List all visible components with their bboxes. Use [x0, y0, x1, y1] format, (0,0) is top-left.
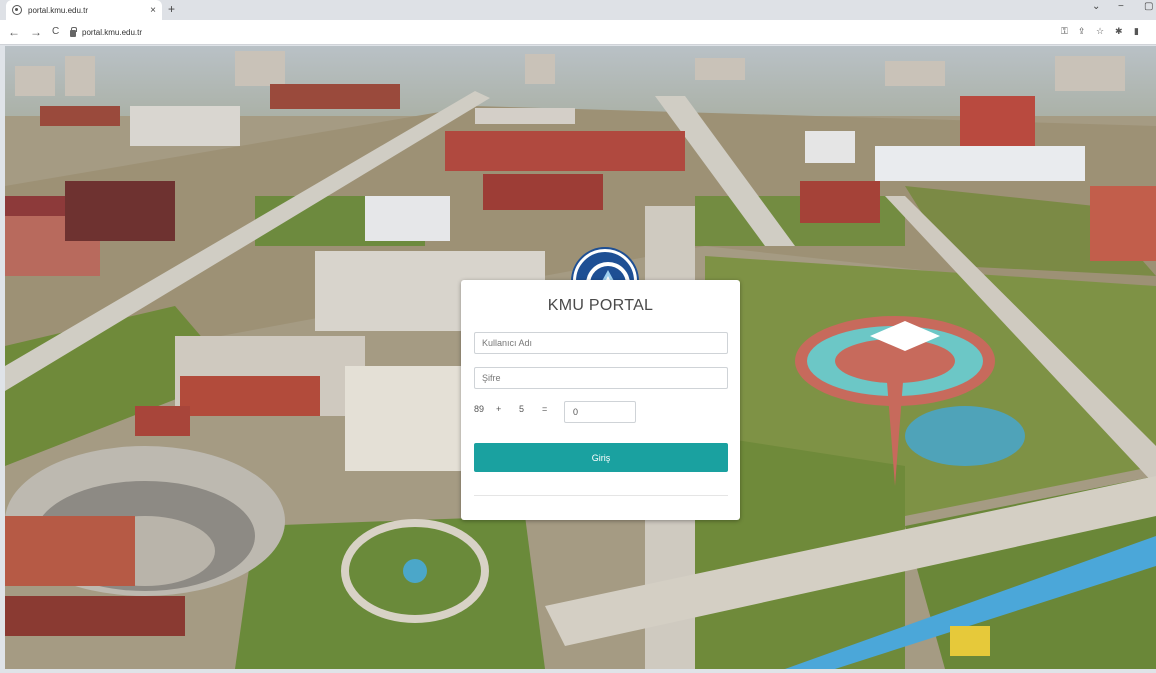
key-icon[interactable]: ⚿ — [1061, 26, 1068, 37]
captcha-answer-input[interactable] — [564, 401, 636, 423]
new-tab-button[interactable]: + — [168, 2, 175, 16]
bookmark-star-icon[interactable]: ☆ — [1096, 26, 1104, 37]
extensions-icon[interactable]: ✱ — [1115, 26, 1123, 37]
captcha-operand-b: 5 — [519, 404, 525, 414]
username-input[interactable] — [474, 332, 728, 354]
url-text[interactable]: portal.kmu.edu.tr — [82, 28, 142, 37]
lock-icon[interactable] — [70, 27, 77, 37]
page-title: KMU PORTAL — [547, 297, 654, 314]
captcha-operator: + — [496, 404, 502, 414]
browser-tab[interactable]: portal.kmu.edu.tr × — [6, 0, 162, 20]
login-form: KMU PORTAL 89 + 5 = Giriş — [461, 280, 740, 520]
captcha-equals: = — [542, 404, 548, 414]
restore-window-button[interactable]: ▢ — [1144, 1, 1153, 12]
reload-button[interactable]: C — [52, 26, 59, 37]
card-divider — [474, 495, 728, 496]
side-panel-icon[interactable]: ▮ — [1134, 26, 1139, 37]
forward-button[interactable]: → — [30, 25, 42, 39]
browser-toolbar: ← → C portal.kmu.edu.tr ⚿ ⇪ ☆ ✱ ▮ — [0, 20, 1156, 45]
tab-search-icon[interactable]: ⌄ — [1092, 1, 1100, 12]
address-bar[interactable]: portal.kmu.edu.tr — [70, 24, 1010, 41]
tab-close-icon[interactable]: × — [150, 5, 156, 16]
tab-title: portal.kmu.edu.tr — [28, 5, 89, 15]
captcha-operand-a: 89 — [474, 404, 485, 414]
back-button[interactable]: ← — [8, 25, 20, 39]
site-favicon-icon — [12, 5, 22, 15]
password-input[interactable] — [474, 367, 728, 389]
minimize-window-button[interactable]: − — [1118, 1, 1124, 12]
browser-tab-bar: portal.kmu.edu.tr × + ⌄ − ▢ — [0, 0, 1156, 20]
share-icon[interactable]: ⇪ — [1078, 26, 1086, 37]
login-button[interactable]: Giriş — [474, 443, 728, 472]
